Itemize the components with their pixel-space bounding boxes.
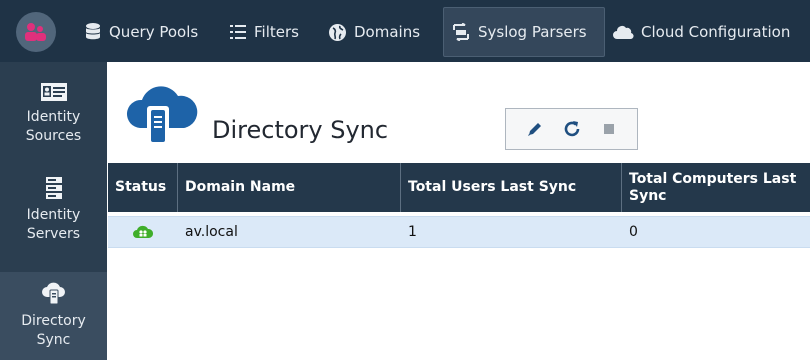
globe-icon xyxy=(328,23,347,42)
app-logo[interactable] xyxy=(16,12,56,52)
stop-icon xyxy=(603,124,614,134)
column-header-domain-name[interactable]: Domain Name xyxy=(178,163,401,212)
top-navigation-bar: Query Pools Filters Domains Syslog Parse… xyxy=(0,0,810,62)
database-icon xyxy=(84,22,102,42)
status-cell xyxy=(108,217,178,247)
sidebar-item-identity-sources[interactable]: Identity Sources xyxy=(0,76,107,166)
nav-label: Filters xyxy=(254,23,299,41)
status-connected-icon xyxy=(133,225,153,238)
list-icon xyxy=(229,23,247,41)
nav-label: Cloud Configuration xyxy=(641,23,791,41)
sidebar-item-label: Identity xyxy=(26,207,81,223)
nav-syslog-parsers[interactable]: Syslog Parsers xyxy=(443,7,605,57)
sidebar-item-identity-servers[interactable]: Identity Servers xyxy=(0,174,107,274)
nav-label: Query Pools xyxy=(109,23,199,41)
sidebar-item-label: Directory xyxy=(21,313,86,329)
edit-icon xyxy=(527,123,541,136)
refresh-icon xyxy=(564,121,579,137)
edit-button[interactable] xyxy=(521,115,549,143)
table-header: Status Domain Name Total Users Last Sync… xyxy=(108,163,810,212)
refresh-button[interactable] xyxy=(558,115,586,143)
parser-icon xyxy=(451,23,471,41)
server-icon xyxy=(45,174,63,200)
nav-domains[interactable]: Domains xyxy=(328,7,420,57)
total-computers-cell: 0 xyxy=(629,224,638,240)
stop-button[interactable] xyxy=(595,115,623,143)
sidebar-item-label: Identity xyxy=(26,109,81,125)
sidebar-item-label: Servers xyxy=(26,226,81,242)
sidebar-item-label: Sources xyxy=(25,128,82,144)
nav-filters[interactable]: Filters xyxy=(229,7,299,57)
table-row[interactable]: av.local 1 0 xyxy=(108,216,810,248)
total-users-cell: 1 xyxy=(408,224,417,240)
left-sidebar: Identity Sources Identity Servers Direct… xyxy=(0,62,107,360)
column-header-status[interactable]: Status xyxy=(108,163,178,212)
directory-sync-table: Status Domain Name Total Users Last Sync… xyxy=(108,163,810,248)
domain-name-cell: av.local xyxy=(185,224,238,240)
page-title: Directory Sync xyxy=(212,116,389,144)
nav-label: Syslog Parsers xyxy=(478,23,587,41)
toolbar xyxy=(505,108,638,150)
directory-sync-icon xyxy=(124,84,200,154)
nav-label: Domains xyxy=(354,23,421,41)
nav-query-pools[interactable]: Query Pools xyxy=(84,7,198,57)
cloud-sync-icon xyxy=(41,280,67,306)
nav-cloud-configuration[interactable]: Cloud Configuration xyxy=(612,7,790,57)
column-header-total-users[interactable]: Total Users Last Sync xyxy=(401,163,622,212)
sidebar-item-label: Sync xyxy=(36,332,71,348)
cloud-icon xyxy=(612,24,634,40)
id-card-icon xyxy=(40,76,68,102)
sidebar-item-directory-sync[interactable]: Directory Sync xyxy=(0,272,107,360)
column-header-total-computers[interactable]: Total Computers Last Sync xyxy=(622,163,810,212)
users-logo-icon xyxy=(25,23,46,41)
